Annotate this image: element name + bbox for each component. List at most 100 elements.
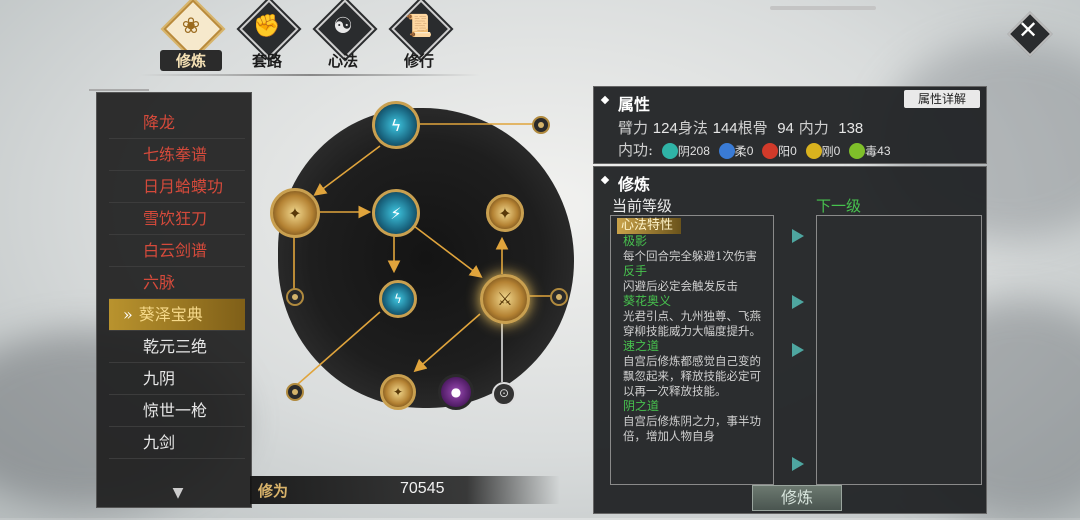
node-endpoint-dot[interactable]: [532, 116, 550, 134]
attribute-title: 属性: [618, 95, 651, 114]
attribute-detail-button[interactable]: 属性详解: [904, 90, 980, 108]
tab-label: 心法: [327, 52, 358, 70]
neigong-orb-icon: [718, 143, 735, 159]
neigong-name: 刚: [821, 144, 834, 159]
list-item-label: 九剑: [143, 433, 176, 452]
list-item-label: 白云剑谱: [143, 241, 208, 260]
skill-node-left[interactable]: ✦: [270, 188, 320, 238]
list-item[interactable]: 六脉: [109, 267, 245, 299]
trait-entry: 速之道 自宫后修炼都感觉自己变的飘忽起来，释放技能必定可以再一次释放技能。: [623, 339, 767, 399]
martial-art-list: 降龙七练拳谱日月蛤蟆功 雪饮狂刀白云剑谱六脉 » 葵泽宝典乾元三绝九阴惊世一枪九剑 ▼: [89, 89, 252, 508]
trait-desc: 光君引点、九州独尊、飞燕穿柳技能威力大幅度提升。: [623, 309, 761, 338]
neigong-row: 内功: 阴208 柔0 阳0 刚0 毒43: [618, 139, 895, 160]
node-endpoint-dot[interactable]: [286, 383, 304, 401]
neigong-label: 内功:: [618, 141, 654, 159]
list-item[interactable]: 雪饮狂刀: [109, 203, 245, 235]
tab-2[interactable]: ☯ 心法: [312, 0, 375, 70]
list-item[interactable]: 惊世一枪: [109, 395, 245, 427]
cultivation-title: 修炼: [618, 175, 651, 194]
yin-yang-icon: ☯: [333, 14, 353, 39]
list-item-label: 惊世一枪: [143, 401, 208, 420]
neigong-item: 阳0: [758, 141, 801, 159]
skill-node-upper-right[interactable]: ✦: [486, 194, 524, 232]
list-item[interactable]: 降龙: [109, 107, 245, 139]
list-item-label: 乾元三绝: [143, 337, 208, 356]
trait-desc: 自宫后修炼阴之力，事半功倍，增加人物自身: [623, 414, 761, 443]
tab-label: 套路: [251, 52, 282, 70]
tab-3[interactable]: 📜 修行: [388, 0, 451, 70]
stat-value: 124: [652, 120, 678, 137]
neigong-value: 0: [790, 144, 797, 158]
close-button[interactable]: ✕: [1007, 11, 1053, 57]
list-item-label: 七练拳谱: [143, 145, 208, 164]
neigong-value: 0: [746, 144, 754, 158]
list-item-label: 六脉: [143, 273, 176, 292]
close-icon: ✕: [1017, 16, 1039, 44]
stat-value: 144: [712, 120, 738, 137]
cultivate-button[interactable]: 修炼: [752, 485, 842, 511]
trait-name: 反手: [623, 264, 648, 278]
skill-node-core[interactable]: ⚔: [480, 274, 530, 324]
node-endpoint-dot[interactable]: [550, 288, 568, 306]
ink-circle-background: [278, 108, 574, 408]
neigong-value: 208: [689, 144, 710, 158]
list-item[interactable]: 乾元三绝: [109, 331, 245, 363]
list-item-label: 降龙: [143, 113, 176, 132]
scroll-down-icon[interactable]: ▼: [167, 485, 189, 501]
orb-icon: ●: [450, 385, 462, 399]
neigong-value: 0: [833, 144, 841, 158]
attribute-panel: 属性 属性详解 臂力 124身法 144根骨 94 内力 138 内功: 阴20…: [593, 86, 987, 164]
list-item[interactable]: 日月蛤蟆功: [109, 171, 245, 203]
trait-entry: 阴之道 自宫后修炼阴之力，事半功倍，增加人物自身: [623, 399, 767, 444]
skill-node-top[interactable]: ϟ: [372, 101, 420, 149]
wind-icon: ϟ: [394, 292, 402, 306]
trait-desc: 闪避后必定会触发反击: [623, 279, 738, 293]
trait-name: 阴之道: [623, 399, 660, 413]
fan-icon: ✦: [288, 203, 302, 223]
stat-label: 内力: [798, 119, 829, 137]
skill-node-mid[interactable]: ϟ: [379, 280, 417, 318]
trait-entry: 葵花奥义 光君引点、九州独尊、飞燕穿柳技能威力大幅度提升。: [623, 294, 767, 339]
diamond-icon: [600, 95, 610, 105]
tab-1[interactable]: ✊ 套路: [236, 0, 299, 70]
neigong-value: 43: [877, 144, 891, 158]
list-item[interactable]: 九剑: [109, 427, 245, 459]
current-level-box[interactable]: 心法特性 极影 每个回合完全躲避1次伤害 反手 闪避后必定会触发反击 葵花奥义 光君引点、…: [610, 215, 774, 485]
node-endpoint-dot[interactable]: [286, 288, 304, 306]
tab-0[interactable]: ❀ 修炼: [160, 0, 223, 71]
attribute-stats: 臂力 124身法 144根骨 94 内力 138: [618, 117, 863, 138]
tab-label: 修行: [403, 52, 434, 70]
neigong-item: 刚0: [802, 141, 845, 159]
skill-node-bottom[interactable]: ✦: [380, 374, 416, 410]
neigong-item: 柔0: [715, 141, 758, 159]
lightning-icon: ϟ: [390, 115, 402, 135]
lock-icon[interactable]: ⊙: [492, 382, 516, 406]
list-item[interactable]: » 葵泽宝典: [109, 299, 245, 331]
list-item[interactable]: 九阴: [109, 363, 245, 395]
neigong-orb-icon: [849, 143, 866, 159]
neigong-name: 毒: [865, 144, 878, 159]
cultivation-points-bar: 修为 70545: [250, 476, 560, 504]
list-item[interactable]: 七练拳谱: [109, 139, 245, 171]
neigong-name: 柔: [734, 144, 747, 159]
cultivation-points-value: 70545: [400, 480, 445, 497]
stat-value: 138: [838, 120, 864, 137]
arrow-right-icon: [792, 457, 804, 471]
list-item-label: 九阴: [143, 369, 176, 388]
top-tabs: ❀ 修炼 ✊ 套路 ☯ 心法 📜 修行: [160, 0, 451, 71]
stat-value: 94: [777, 120, 794, 137]
current-level-label: 当前等级: [612, 197, 673, 215]
neigong-orb-icon: [805, 143, 822, 159]
slash-icon: ⚡: [390, 203, 402, 223]
stat-label: 臂力: [618, 119, 649, 137]
scroll-icon: 📜: [405, 14, 433, 39]
list-item[interactable]: 白云剑谱: [109, 235, 245, 267]
trait-name: 极影: [623, 234, 648, 248]
sword-icon: ⚔: [496, 288, 514, 310]
skill-node-center[interactable]: ⚡: [372, 189, 420, 237]
skill-node-purple[interactable]: ●: [438, 374, 474, 410]
neigong-orb-icon: [661, 143, 678, 159]
next-level-box[interactable]: [816, 215, 982, 485]
scroll-icon: ✦: [392, 385, 404, 399]
stat-label: 根骨: [737, 119, 768, 137]
